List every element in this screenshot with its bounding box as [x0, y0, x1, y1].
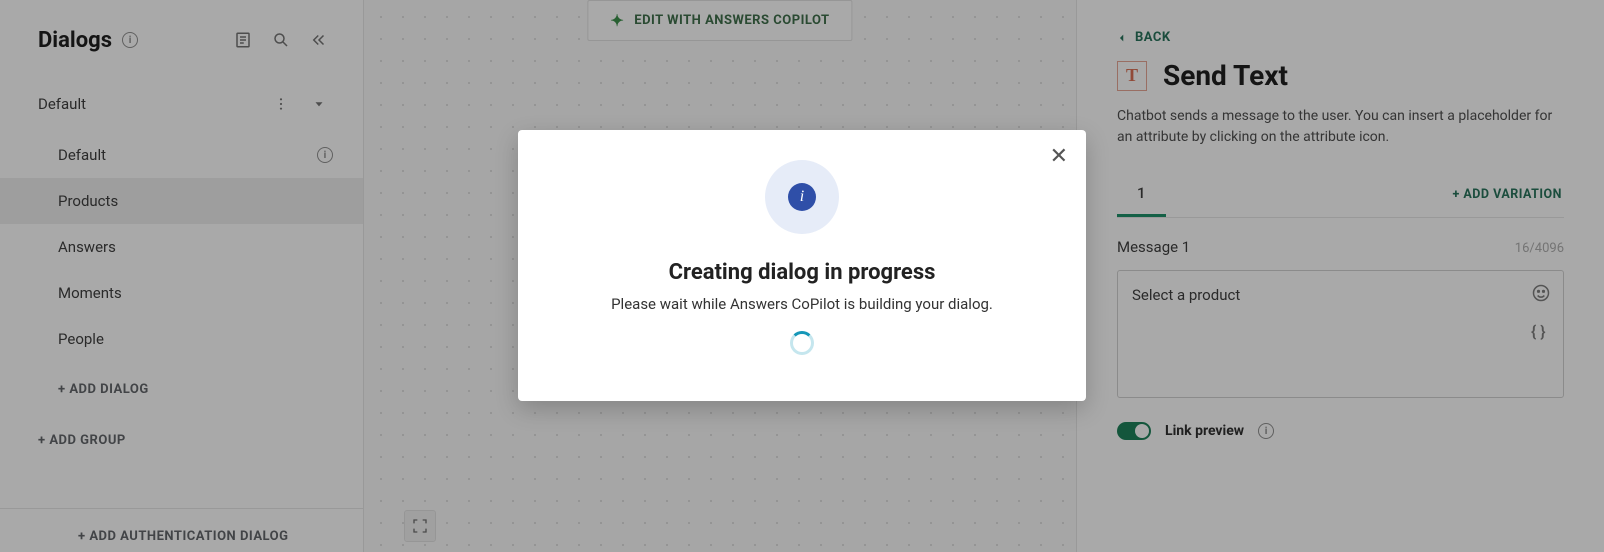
info-icon: i: [788, 183, 816, 211]
modal-subtitle: Please wait while Answers CoPilot is bui…: [611, 295, 993, 313]
info-bubble: i: [765, 160, 839, 234]
modal: ✕ i Creating dialog in progress Please w…: [518, 130, 1086, 401]
modal-overlay[interactable]: ✕ i Creating dialog in progress Please w…: [0, 0, 1604, 552]
modal-title: Creating dialog in progress: [669, 260, 936, 285]
spinner-icon: [790, 331, 814, 355]
close-icon[interactable]: ✕: [1050, 144, 1068, 169]
